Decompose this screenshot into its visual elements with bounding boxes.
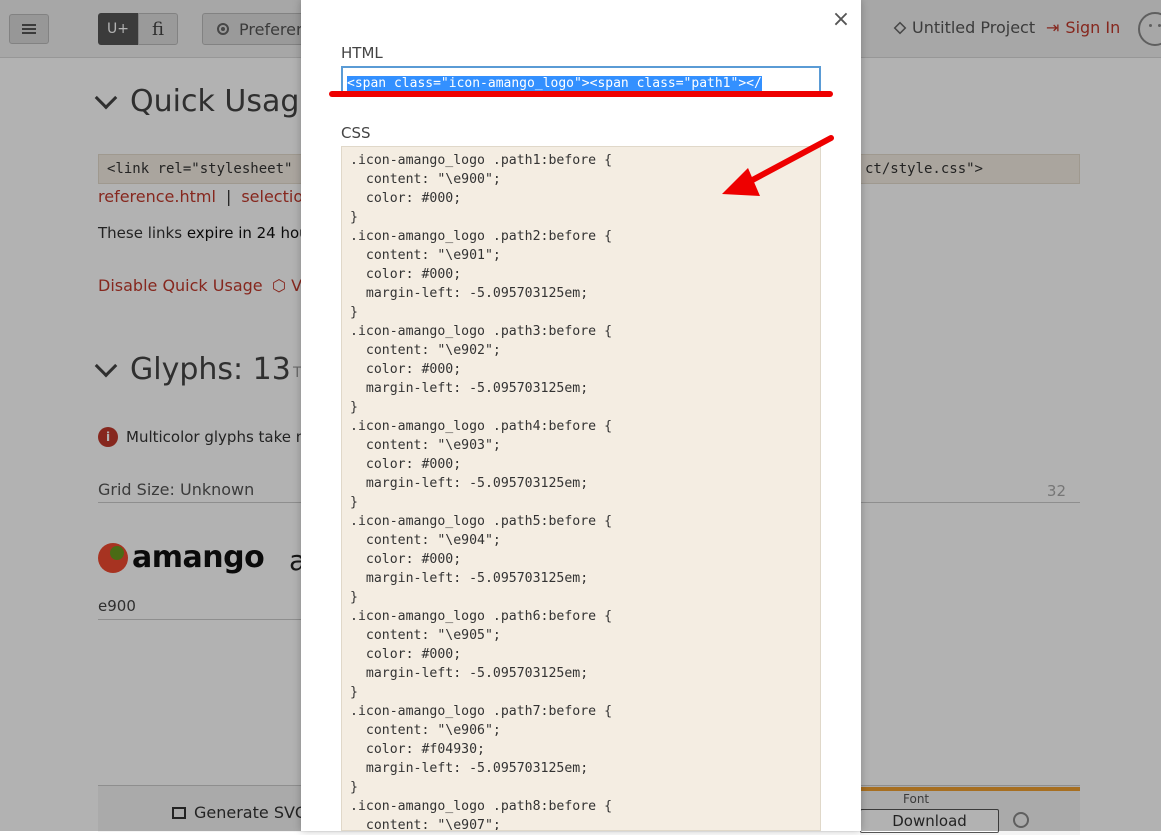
arrow-shaft <box>742 135 834 187</box>
red-arrow-annotation <box>722 135 834 196</box>
